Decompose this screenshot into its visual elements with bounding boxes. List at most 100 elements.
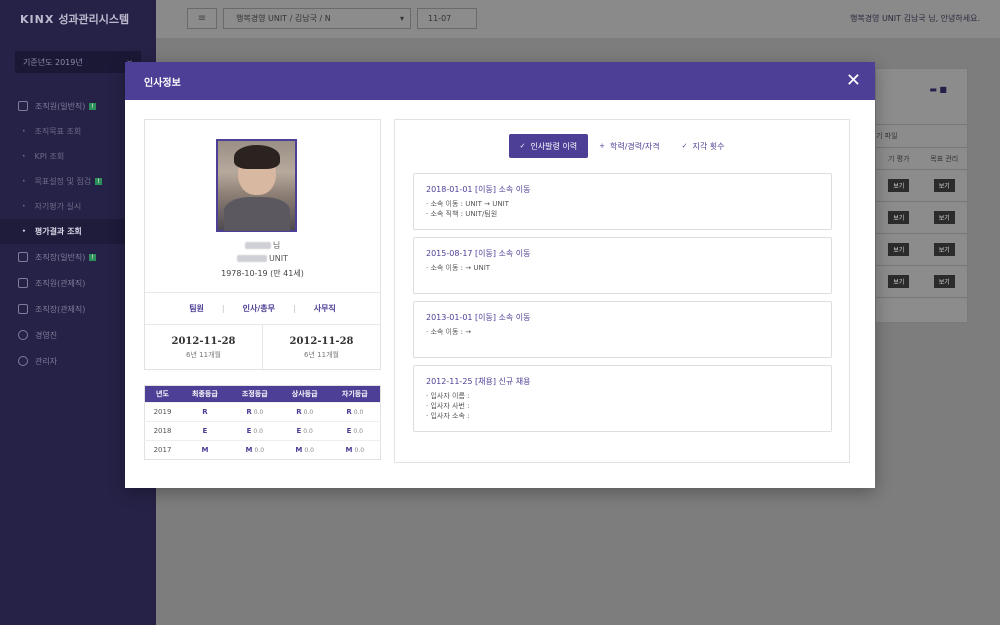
- grade-score: 0.0: [254, 447, 265, 454]
- year-select[interactable]: 기준년도 2019년 ×: [15, 51, 141, 73]
- grade-score: 0.0: [304, 447, 314, 454]
- history-line: 소속 직책 : UNIT/팀원: [426, 209, 819, 219]
- alert-badge: !: [89, 253, 96, 261]
- tab-label: 학력/경력/자격: [610, 141, 660, 151]
- date-duration: 6년 11개월: [186, 351, 221, 359]
- alert-badge: !: [89, 102, 96, 110]
- list-item: 2018-01-01 [이동] 소속 이동 소속 이동 : UNIT → UNI…: [413, 173, 832, 230]
- grade-year: 2017: [144, 440, 180, 460]
- grade-boss: M: [295, 446, 303, 454]
- view-button[interactable]: 보기: [933, 243, 955, 256]
- user-icon: [18, 101, 28, 111]
- tab-late-count[interactable]: ✓ 지각 횟수: [671, 134, 736, 158]
- menu-label: 조직원(관제직): [35, 278, 86, 288]
- grade-score: 0.0: [353, 428, 363, 435]
- alert-badge: !: [95, 178, 102, 185]
- app-brand[interactable]: KINX 성과관리시스템: [0, 0, 156, 38]
- check-icon: ✓: [681, 142, 688, 150]
- profile-roles: 팀원 | 인사/총무 | 사무직: [145, 292, 380, 325]
- history-title: 2013-01-01 [이동] 소속 이동: [426, 313, 531, 322]
- history-line: 소속 이동 : →: [426, 327, 819, 337]
- column-header: 자기등급: [329, 385, 381, 403]
- menu-label: 조직장(일반직): [35, 252, 86, 262]
- column-header: 상사등급: [279, 385, 330, 403]
- table-row: 2017 M M 0.0 M 0.0 M 0.0: [144, 440, 381, 460]
- table-row: 2018 E E 0.0 E 0.0 E 0.0: [144, 421, 381, 441]
- role-department: 인사/총무: [242, 304, 275, 313]
- grade-score: 0.0: [303, 428, 313, 435]
- close-icon[interactable]: ✕: [846, 72, 861, 90]
- grade-score: 0.0: [253, 409, 264, 416]
- history-list: 2018-01-01 [이동] 소속 이동 소속 이동 : UNIT → UNI…: [413, 173, 832, 439]
- table-row: 보기 보기: [876, 234, 967, 266]
- user-greeting: 행복경영 UNIT 김남국 님, 안녕하세요.: [849, 14, 980, 23]
- grade-score: 0.0: [303, 409, 314, 416]
- history-title: 2015-08-17 [이동] 소속 이동: [426, 249, 531, 258]
- history-line: 입사자 이름 :: [426, 391, 819, 401]
- view-button[interactable]: 보기: [933, 179, 955, 192]
- grade-final: R: [202, 408, 208, 416]
- date-block: 2012-11-28 6년 11개월: [145, 325, 262, 371]
- history-title: 2018-01-01 [이동] 소속 이동: [426, 185, 531, 194]
- menu-label: 관리자: [35, 356, 58, 366]
- history-line: 소속 이동 : → UNIT: [426, 263, 819, 273]
- history-tabs: ✓ 인사발령 이력 + 학력/경력/자격 ✓ 지각 횟수: [395, 134, 849, 158]
- tab-appointment-history[interactable]: ✓ 인사발령 이력: [508, 134, 589, 158]
- profile-unit: UNIT: [145, 254, 380, 263]
- modal-title: 인사정보: [144, 77, 181, 89]
- grade-boss: E: [296, 427, 302, 435]
- view-button[interactable]: 보기: [888, 179, 910, 192]
- list-item: 2013-01-01 [이동] 소속 이동 소속 이동 : → .: [413, 301, 832, 358]
- brand-logo: KINX: [20, 12, 55, 26]
- list-item: 2012-11-25 [채용] 신규 채용 입사자 이름 : 입사자 사번 : …: [413, 365, 832, 432]
- tab-education-career[interactable]: + 학력/경력/자격: [588, 134, 670, 158]
- role-position: 팀원: [189, 304, 204, 313]
- background-table: 기 파일 기 평가 목표 관리 보기 보기 보기 보기 보기 보기 보기 보기: [876, 124, 967, 298]
- view-button[interactable]: 보기: [933, 275, 955, 288]
- menu-label: 조직원(일반직): [35, 101, 86, 111]
- grade-score: 0.0: [354, 447, 365, 454]
- square-icon: [18, 278, 28, 288]
- profile-name: 님: [145, 240, 380, 251]
- column-header: 최종등급: [179, 385, 230, 403]
- globe-icon: [18, 330, 28, 340]
- grade-boss: R: [296, 408, 302, 416]
- view-button[interactable]: 보기: [933, 211, 955, 224]
- sub-item-label: 조직목표 조회: [34, 127, 82, 136]
- date-input[interactable]: 11-07: [417, 8, 477, 29]
- profile-card: 님 UNIT 1978-10-19 (만 41세) 팀원 | 인사/총무 | 사…: [144, 119, 381, 371]
- history-line: 입사자 사번 :: [426, 401, 819, 411]
- money-icon: [18, 304, 28, 314]
- grade-adjust: M: [245, 446, 253, 454]
- date-value: 2012-11-28: [171, 336, 236, 347]
- profile-birth: 1978-10-19 (만 41세): [221, 269, 304, 278]
- grade-adjust: E: [246, 427, 252, 435]
- sub-item-label: KPI 조회: [34, 152, 65, 161]
- table-row: 2019 R R 0.0 R 0.0 R 0.0: [144, 402, 381, 422]
- view-toggle-icon[interactable]: ▬ ■: [929, 85, 947, 94]
- date-duration: 6년 11개월: [304, 351, 339, 359]
- plus-icon: +: [599, 142, 606, 150]
- grade-score: 0.0: [253, 428, 263, 435]
- grade-year: 2018: [144, 421, 180, 441]
- grade-year: 2019: [144, 402, 180, 422]
- grade-self: M: [345, 446, 353, 454]
- view-button[interactable]: 보기: [888, 275, 910, 288]
- view-button[interactable]: 보기: [888, 243, 910, 256]
- grade-table: 년도 최종등급 조정등급 상사등급 자기등급 2019 R R 0.0 R 0.0 …: [144, 385, 381, 460]
- role-divider: |: [293, 304, 296, 313]
- table-row: 보기 보기: [876, 170, 967, 202]
- column-header: 조정등급: [229, 385, 280, 403]
- table-row: 보기 보기: [876, 202, 967, 234]
- grade-adjust: R: [246, 408, 252, 416]
- gear-icon: [18, 356, 28, 366]
- check-icon: ✓: [519, 142, 526, 150]
- menu-toggle-button[interactable]: ≡: [187, 8, 217, 29]
- column-header: 년도: [144, 385, 180, 403]
- org-select[interactable]: 행복경영 UNIT / 김남국 / N ▾: [223, 8, 411, 29]
- cube-icon: [18, 252, 28, 262]
- history-line: 소속 이동 : UNIT → UNIT: [426, 199, 819, 209]
- view-button[interactable]: 보기: [888, 211, 910, 224]
- role-divider: |: [221, 304, 225, 313]
- grade-final: E: [202, 427, 208, 435]
